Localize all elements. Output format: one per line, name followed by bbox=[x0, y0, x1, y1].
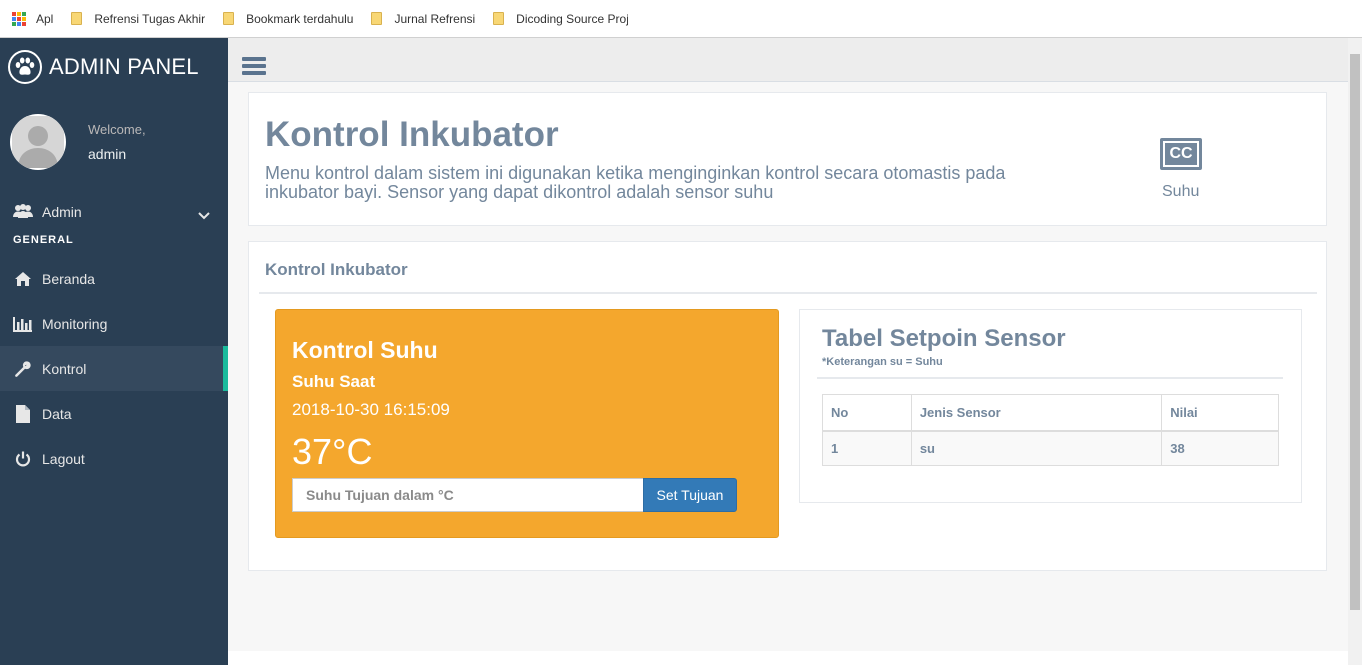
folder-icon bbox=[223, 12, 235, 25]
set-target-button[interactable]: Set Tujuan bbox=[643, 478, 737, 512]
avatar bbox=[10, 114, 66, 170]
sidebar-item-kontrol[interactable]: Kontrol bbox=[0, 346, 228, 391]
scrollbar-thumb[interactable] bbox=[1350, 54, 1360, 610]
sidebar-item-beranda[interactable]: Beranda bbox=[0, 256, 228, 301]
section-title-general: GENERAL bbox=[13, 234, 74, 246]
target-temperature-input[interactable] bbox=[292, 478, 645, 512]
badge-label: Suhu bbox=[1162, 183, 1200, 200]
bookmark-label: Jurnal Refrensi bbox=[394, 11, 476, 26]
bookmark-folder-jurnal[interactable]: Jurnal Refrensi bbox=[371, 12, 475, 26]
bookmark-label: Refrensi Tugas Akhir bbox=[94, 11, 206, 26]
table-title: Tabel Setpoin Sensor bbox=[822, 325, 1066, 352]
home-icon bbox=[12, 271, 34, 287]
sidebar-item-label: Lagout bbox=[42, 450, 85, 467]
sidebar-item-admin[interactable]: Admin bbox=[0, 192, 228, 232]
setpoint-table: No Jenis Sensor Nilai 1 su 38 bbox=[822, 394, 1279, 466]
bookmark-folder-refrensi[interactable]: Refrensi Tugas Akhir bbox=[71, 12, 205, 26]
table-row: 1 su 38 bbox=[822, 430, 1279, 466]
table-note: *Keterangan su = Suhu bbox=[822, 356, 943, 368]
sidebar-item-data[interactable]: Data bbox=[0, 391, 228, 436]
profile: Welcome, admin bbox=[0, 96, 228, 188]
setpoint-table-card: Tabel Setpoin Sensor *Keterangan su = Su… bbox=[799, 309, 1302, 503]
sidebar-item-logout[interactable]: Lagout bbox=[0, 436, 228, 481]
chevron-down-icon bbox=[198, 207, 210, 223]
page-footer-strip bbox=[228, 651, 1348, 665]
card-subtitle: Suhu Saat bbox=[292, 372, 376, 391]
bookmark-folder-dicoding[interactable]: Dicoding Source Proj bbox=[493, 12, 628, 26]
cell-jenis: su bbox=[910, 430, 1163, 466]
menu-toggle-icon[interactable] bbox=[242, 57, 266, 75]
folder-icon bbox=[493, 12, 505, 25]
bookmarks-bar: Apl Refrensi Tugas Akhir Bookmark terdah… bbox=[0, 0, 1362, 38]
column-header-jenis: Jenis Sensor bbox=[910, 394, 1163, 432]
wrench-icon bbox=[12, 360, 34, 378]
sidebar-item-label: Monitoring bbox=[42, 315, 108, 332]
page-header-panel: Kontrol Inkubator Menu kontrol dalam sis… bbox=[248, 92, 1327, 226]
page-description: Menu kontrol dalam sistem ini digunakan … bbox=[265, 163, 1006, 202]
kontrol-panel: Kontrol Inkubator Kontrol Suhu Suhu Saat… bbox=[248, 241, 1327, 571]
kontrol-suhu-card: Kontrol Suhu Suhu Saat 2018-10-30 16:15:… bbox=[275, 309, 779, 538]
bookmark-apps[interactable]: Apl bbox=[12, 11, 54, 26]
divider bbox=[259, 292, 1317, 294]
folder-icon bbox=[371, 12, 383, 25]
bookmark-label: Bookmark terdahulu bbox=[246, 11, 354, 26]
column-header-no: No bbox=[822, 394, 912, 432]
users-icon bbox=[12, 204, 34, 220]
file-icon bbox=[12, 404, 34, 423]
power-icon bbox=[12, 451, 34, 467]
bookmark-folder-terdahulu[interactable]: Bookmark terdahulu bbox=[223, 12, 353, 26]
bookmark-label: Dicoding Source Proj bbox=[516, 11, 629, 26]
cc-icon-text: CC bbox=[1165, 143, 1197, 165]
sidebar-item-label: Admin bbox=[42, 204, 82, 220]
sidebar: ADMIN PANEL Welcome, admin Admin GENERAL… bbox=[0, 38, 228, 665]
username: admin bbox=[88, 146, 127, 162]
sidebar-item-label: Beranda bbox=[42, 270, 95, 287]
card-title: Kontrol Suhu bbox=[292, 337, 438, 363]
sidebar-item-label: Kontrol bbox=[42, 360, 87, 377]
current-temperature: 37°C bbox=[292, 431, 373, 472]
folder-icon bbox=[71, 12, 83, 25]
bookmark-label: Apl bbox=[36, 11, 54, 26]
brand-title: ADMIN PANEL bbox=[49, 54, 199, 79]
sidebar-item-monitoring[interactable]: Monitoring bbox=[0, 301, 228, 346]
topbar bbox=[228, 38, 1348, 82]
scrollbar[interactable] bbox=[1348, 38, 1362, 665]
bar-chart-icon bbox=[12, 316, 34, 332]
panel-title: Kontrol Inkubator bbox=[265, 260, 408, 279]
brand[interactable]: ADMIN PANEL bbox=[0, 38, 228, 96]
sidebar-item-label: Data bbox=[42, 405, 72, 422]
cell-nilai: 38 bbox=[1161, 430, 1279, 466]
paw-icon bbox=[8, 50, 42, 84]
timestamp: 2018-10-30 16:15:09 bbox=[292, 400, 450, 419]
closed-captioning-icon: CC bbox=[1160, 138, 1202, 170]
cell-no: 1 bbox=[822, 430, 912, 466]
column-header-nilai: Nilai bbox=[1161, 394, 1279, 432]
divider bbox=[817, 377, 1283, 379]
table-header-row: No Jenis Sensor Nilai bbox=[822, 394, 1279, 432]
apps-grid-icon bbox=[12, 11, 26, 26]
page-title: Kontrol Inkubator bbox=[265, 115, 559, 154]
welcome-text: Welcome, bbox=[88, 122, 146, 137]
